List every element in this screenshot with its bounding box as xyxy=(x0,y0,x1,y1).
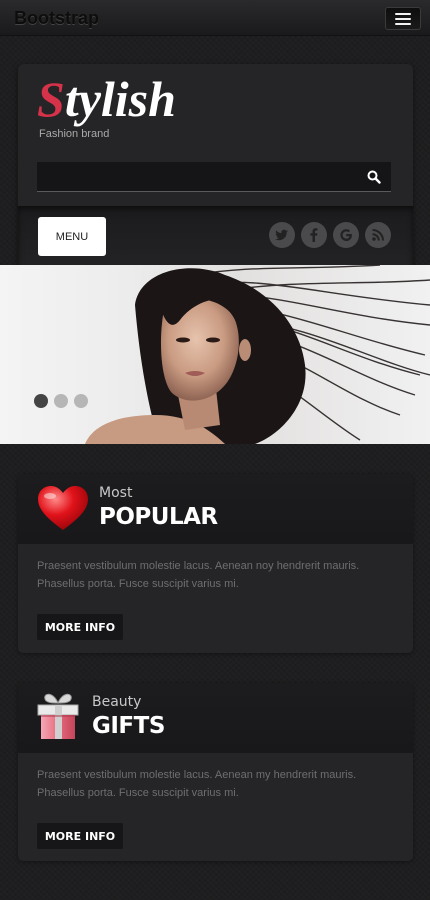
card-small-title: Most xyxy=(99,485,133,501)
slider-dot-1[interactable] xyxy=(34,394,48,408)
card-header: Most POPULAR xyxy=(18,474,413,544)
image-slider[interactable] xyxy=(0,265,430,444)
twitter-icon[interactable] xyxy=(269,222,295,248)
rss-icon[interactable] xyxy=(365,222,391,248)
top-navbar: Bootstrap xyxy=(0,0,430,36)
slider-dot-3[interactable] xyxy=(74,394,88,408)
model-photo xyxy=(85,265,430,444)
card-gifts: Beauty GIFTS Praesent vestibulum molesti… xyxy=(18,683,413,861)
menu-toggle-button[interactable] xyxy=(385,7,421,30)
menu-button[interactable]: MENU xyxy=(38,217,106,256)
tagline: Fashion brand xyxy=(39,128,110,140)
search-box xyxy=(37,162,391,192)
card-header: Beauty GIFTS xyxy=(18,683,413,753)
site-logo[interactable]: Stylish xyxy=(37,70,176,128)
logo-rest: tylish xyxy=(64,71,176,127)
card-popular: Most POPULAR Praesent vestibulum molesti… xyxy=(18,474,413,653)
header-panel: Stylish Fashion brand MENU xyxy=(18,64,413,268)
card-big-title: GIFTS xyxy=(92,713,165,739)
slider-dot-2[interactable] xyxy=(54,394,68,408)
search-input[interactable] xyxy=(37,162,357,191)
more-info-button[interactable]: MORE INFO xyxy=(37,823,123,849)
card-text: Praesent vestibulum molestie lacus. Aene… xyxy=(37,769,357,799)
heart-icon xyxy=(38,486,88,530)
logo-first-letter: S xyxy=(37,71,65,127)
gift-icon xyxy=(37,693,79,739)
card-small-title: Beauty xyxy=(92,694,142,710)
menu-bar: MENU xyxy=(18,206,413,268)
card-text: Praesent vestibulum molestie lacus. Aene… xyxy=(37,560,360,590)
navbar-brand[interactable]: Bootstrap xyxy=(14,8,99,29)
hamburger-icon xyxy=(395,12,411,15)
search-icon[interactable] xyxy=(367,170,381,184)
more-info-button[interactable]: MORE INFO xyxy=(37,614,123,640)
facebook-icon[interactable] xyxy=(301,222,327,248)
google-icon[interactable] xyxy=(333,222,359,248)
card-big-title: POPULAR xyxy=(99,504,218,530)
